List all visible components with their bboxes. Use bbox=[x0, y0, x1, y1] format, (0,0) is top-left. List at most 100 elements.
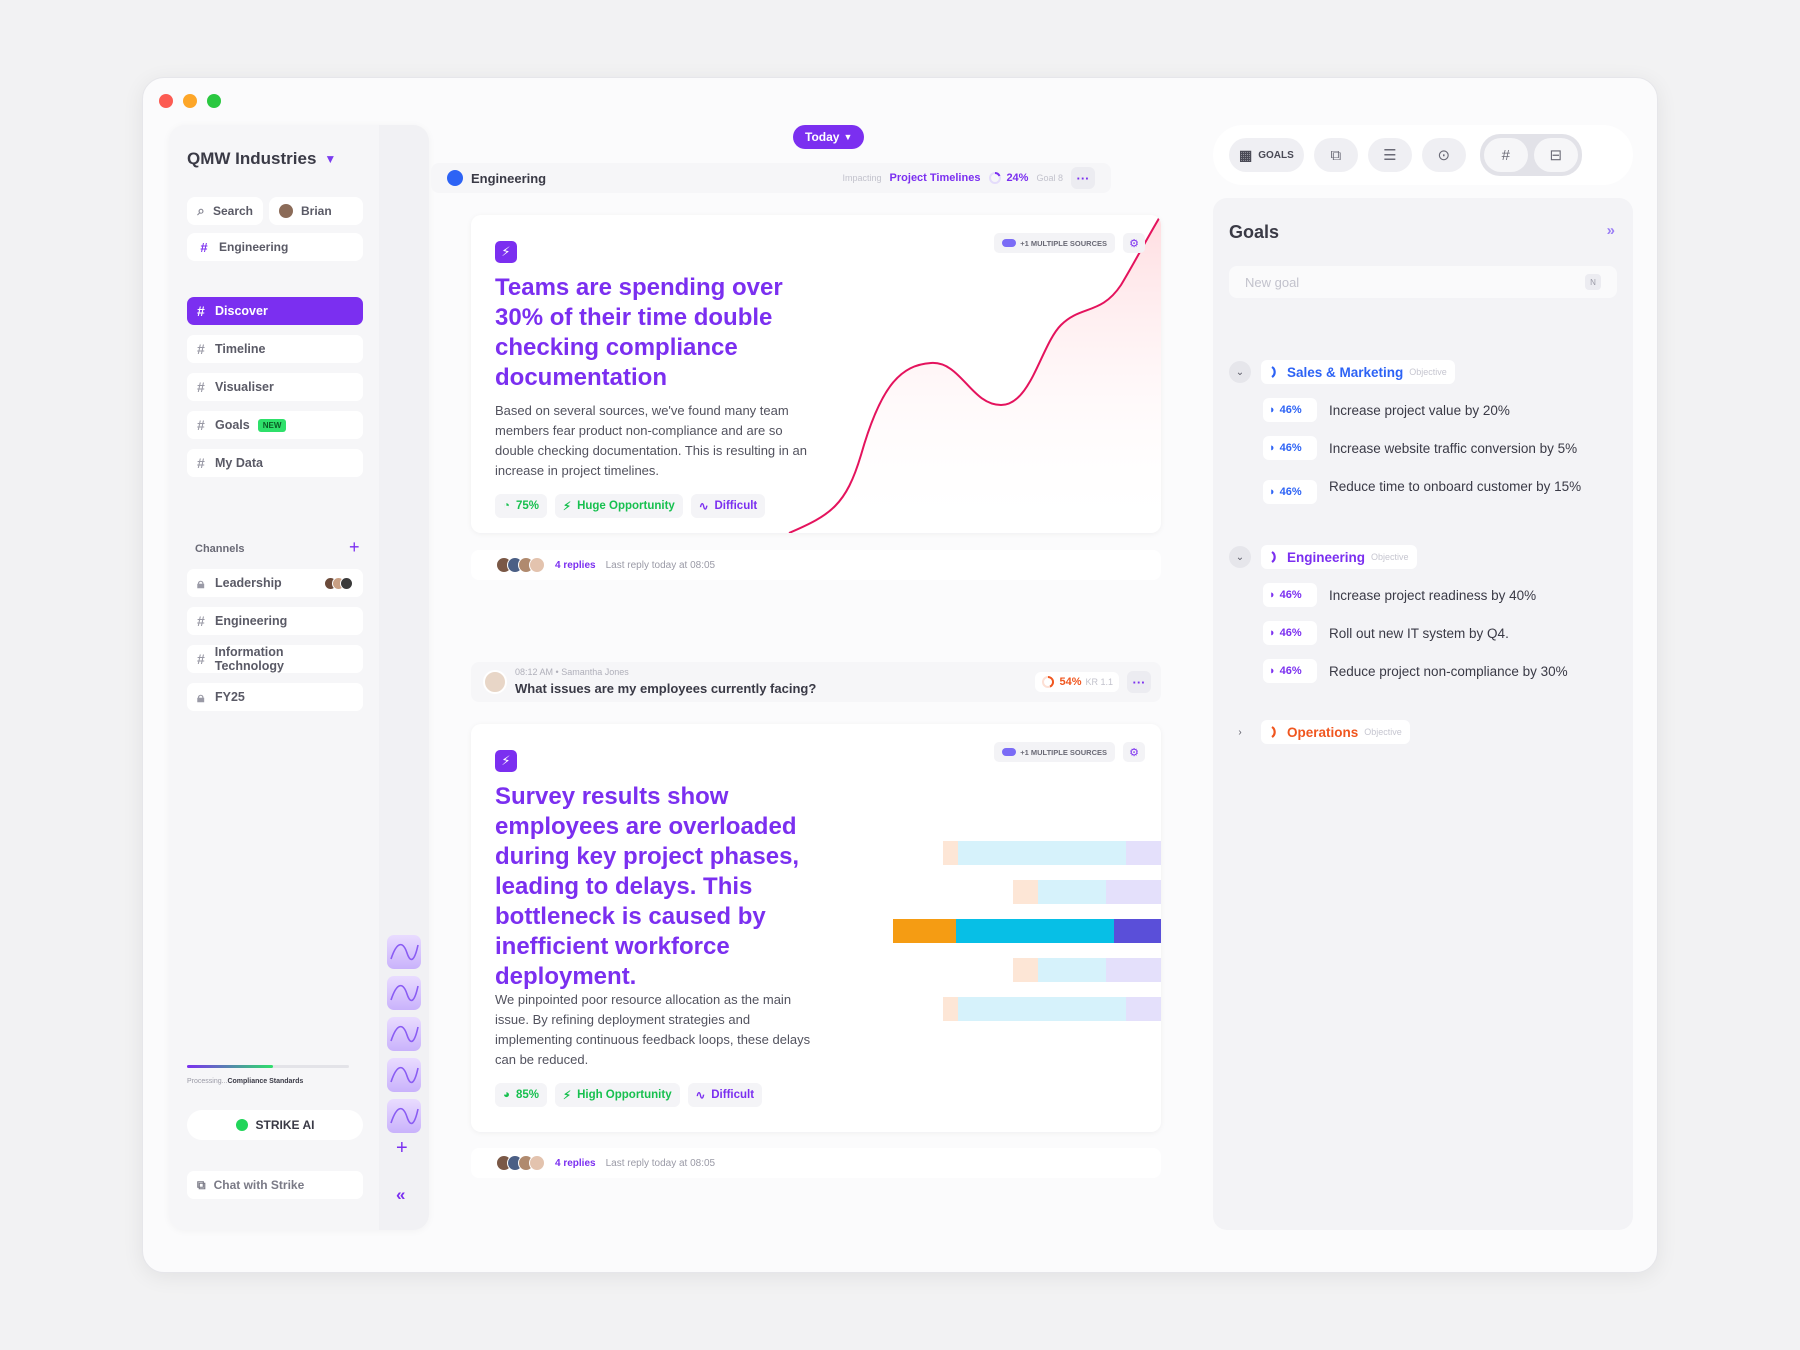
insight-card[interactable]: ⚡︎ +1 MULTIPLE SOURCES ⚙︎ Survey results… bbox=[471, 724, 1161, 1132]
message-meta: 08:12 AM • Samantha Jones bbox=[515, 667, 629, 677]
nav-timeline[interactable]: # Timeline bbox=[187, 335, 363, 363]
chevron-down-icon[interactable]: ⌄ bbox=[1229, 546, 1251, 568]
message-meta-right: 54% KR 1.1 ··· bbox=[1035, 671, 1151, 693]
key-result[interactable]: ◗ 46% Roll out new IT system by Q4. bbox=[1263, 621, 1623, 645]
reply-avatars bbox=[496, 1155, 545, 1171]
close-window-button[interactable] bbox=[159, 94, 173, 108]
sources-tag[interactable]: +1 MULTIPLE SOURCES bbox=[994, 233, 1115, 253]
workspace-switcher[interactable]: QMW Industries ▼ bbox=[187, 149, 336, 169]
insight-card[interactable]: ⚡︎ +1 MULTIPLE SOURCES ⚙︎ Teams are spen… bbox=[471, 215, 1161, 533]
search-button[interactable]: ⌕ Search bbox=[187, 197, 263, 225]
confidence-chip[interactable]: ◕ 85% bbox=[495, 1083, 547, 1107]
bolt-icon: ⚡︎ bbox=[562, 1090, 572, 1102]
objective-sales-marketing[interactable]: ⌄ Sales & Marketing Objective bbox=[1229, 360, 1455, 384]
channel-label: FY25 bbox=[215, 690, 245, 704]
chat-icon: ⧉ bbox=[197, 1177, 206, 1192]
hash-icon: # bbox=[1501, 146, 1510, 164]
more-options-button[interactable]: ··· bbox=[1127, 671, 1151, 693]
goal-ref: Goal 8 bbox=[1036, 173, 1063, 183]
canvas-rail: + « bbox=[379, 125, 429, 1230]
difficulty-label: Difficult bbox=[711, 1089, 755, 1101]
canvas-thumbnail[interactable] bbox=[387, 976, 421, 1010]
processing-progress-fill bbox=[187, 1065, 273, 1068]
sidebar: QMW Industries ▼ ⌕ Search Brian # Engine… bbox=[169, 125, 429, 1230]
canvas-thumbnail[interactable] bbox=[387, 935, 421, 969]
target-icon: ⊙ bbox=[1437, 147, 1451, 164]
last-reply-time: Last reply today at 08:05 bbox=[605, 1157, 716, 1169]
objective-chip[interactable]: Operations Objective bbox=[1261, 720, 1410, 744]
processing-prefix: Processing... bbox=[187, 1078, 228, 1085]
message-author: Samantha Jones bbox=[561, 667, 629, 677]
confidence-chip[interactable]: ◔ 75% bbox=[495, 494, 547, 518]
chevron-right-icon[interactable]: › bbox=[1229, 721, 1251, 743]
objective-operations[interactable]: › Operations Objective bbox=[1229, 720, 1410, 744]
reply-thread[interactable]: 4 replies Last reply today at 08:05 bbox=[471, 550, 1161, 580]
kr-text: Increase project readiness by 40% bbox=[1329, 588, 1537, 603]
window-controls bbox=[159, 94, 221, 108]
add-channel-button[interactable]: + bbox=[349, 537, 360, 558]
minimize-window-button[interactable] bbox=[183, 94, 197, 108]
progress-arc-icon: ◗ bbox=[1269, 627, 1276, 639]
user-button[interactable]: Brian bbox=[269, 197, 363, 225]
search-icon: ⌕ bbox=[197, 203, 205, 218]
reply-thread[interactable]: 4 replies Last reply today at 08:05 bbox=[471, 1148, 1161, 1178]
progress-arc-icon bbox=[1271, 726, 1276, 738]
maximize-window-button[interactable] bbox=[207, 94, 221, 108]
progress-arc-icon: ◗ bbox=[1269, 665, 1276, 677]
wave-icon bbox=[390, 1066, 419, 1084]
bar-segment bbox=[1106, 958, 1161, 982]
impacting-value[interactable]: Project Timelines bbox=[890, 172, 981, 184]
expand-panel-button[interactable]: » bbox=[1607, 222, 1615, 239]
key-result[interactable]: ◗ 46% Reduce time to onboard customer by … bbox=[1263, 474, 1623, 504]
canvas-thumbnail[interactable] bbox=[387, 1058, 421, 1092]
settings-icon[interactable]: ⚙︎ bbox=[1123, 233, 1145, 253]
channel-engineering[interactable]: # Engineering bbox=[187, 607, 363, 635]
goals-view-button[interactable]: ▦ GOALS bbox=[1229, 138, 1304, 172]
difficulty-chip[interactable]: ∿ Difficult bbox=[687, 1083, 763, 1107]
nav-discover[interactable]: # Discover bbox=[187, 297, 363, 325]
panel-layout-button[interactable]: ⊟ bbox=[1533, 138, 1578, 172]
nav-goals[interactable]: # Goals NEW bbox=[187, 411, 363, 439]
difficulty-chip[interactable]: ∿ Difficult bbox=[690, 494, 766, 518]
channels-toggle-button[interactable]: # bbox=[1483, 138, 1528, 172]
new-goal-input[interactable]: New goal N bbox=[1229, 266, 1617, 298]
objective-engineering[interactable]: ⌄ Engineering Objective bbox=[1229, 545, 1417, 569]
progress-arc-icon: ◗ bbox=[1269, 486, 1276, 498]
channel-information-technology[interactable]: # Information Technology bbox=[187, 645, 363, 673]
opportunity-chip[interactable]: ⚡︎ Huge Opportunity bbox=[554, 494, 683, 518]
chevron-down-icon[interactable]: ⌄ bbox=[1229, 361, 1251, 383]
key-result[interactable]: ◗ 46% Increase website traffic conversion… bbox=[1263, 436, 1623, 460]
key-result[interactable]: ◗ 46% Reduce project non-compliance by 30… bbox=[1263, 659, 1623, 683]
canvas-thumbnail[interactable] bbox=[387, 1099, 421, 1133]
opportunity-chip[interactable]: ⚡︎ High Opportunity bbox=[554, 1083, 680, 1107]
progress-arc-icon bbox=[1271, 366, 1276, 378]
insight-bolt-icon: ⚡︎ bbox=[495, 241, 517, 263]
canvas-thumbnail[interactable] bbox=[387, 1017, 421, 1051]
comments-button[interactable]: ⧉ bbox=[1313, 138, 1358, 172]
add-canvas-button[interactable]: + bbox=[396, 1137, 408, 1160]
more-options-button[interactable]: ··· bbox=[1071, 167, 1095, 189]
bar-segment bbox=[893, 919, 956, 943]
key-result[interactable]: ◗ 46% Increase project readiness by 40% bbox=[1263, 583, 1623, 607]
sources-tag[interactable]: +1 MULTIPLE SOURCES bbox=[994, 742, 1115, 762]
channel-leadership[interactable]: 🔒︎ Leadership bbox=[187, 569, 363, 597]
bar-segment bbox=[958, 841, 1126, 865]
focus-button[interactable]: ⊙ bbox=[1421, 138, 1466, 172]
kr-progress[interactable]: 54% KR 1.1 bbox=[1035, 672, 1119, 692]
chat-with-strike-button[interactable]: ⧉ Chat with Strike bbox=[187, 1171, 363, 1199]
nav-my-data[interactable]: # My Data bbox=[187, 449, 363, 477]
key-result[interactable]: ◗ 46% Increase project value by 20% bbox=[1263, 398, 1623, 422]
objective-chip[interactable]: Sales & Marketing Objective bbox=[1261, 360, 1455, 384]
processing-label: Compliance Standards bbox=[227, 1078, 304, 1085]
channel-fy25[interactable]: 🔒︎ FY25 bbox=[187, 683, 363, 711]
settings-icon[interactable]: ⚙︎ bbox=[1123, 742, 1145, 762]
strike-ai-button[interactable]: STRIKE AI bbox=[187, 1110, 363, 1140]
list-view-button[interactable]: ☰ bbox=[1367, 138, 1412, 172]
collapse-sidebar-button[interactable]: « bbox=[396, 1185, 405, 1205]
nav-visualiser[interactable]: # Visualiser bbox=[187, 373, 363, 401]
date-filter-today[interactable]: Today ▼ bbox=[793, 125, 865, 149]
progress-arc-icon bbox=[1271, 551, 1276, 563]
context-engineering[interactable]: # Engineering bbox=[187, 233, 363, 261]
today-label: Today bbox=[805, 130, 840, 144]
objective-chip[interactable]: Engineering Objective bbox=[1261, 545, 1417, 569]
